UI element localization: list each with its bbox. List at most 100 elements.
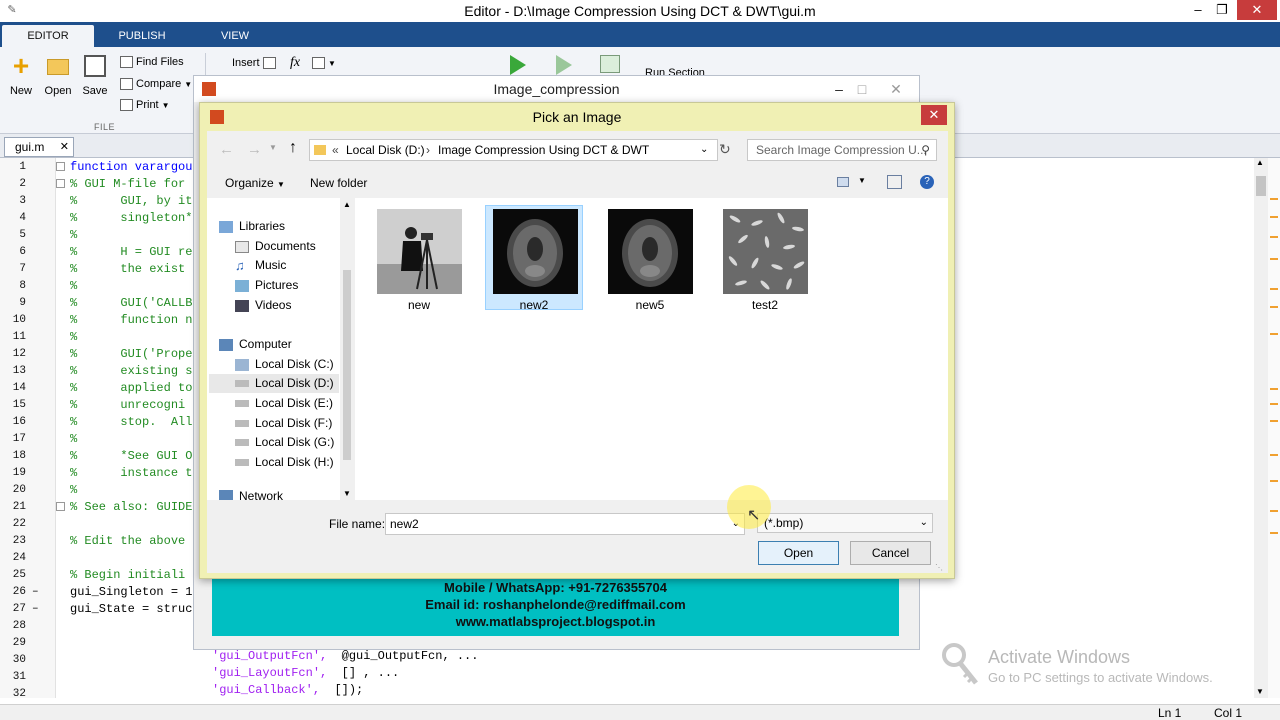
up-arrow-icon[interactable]: ↑ (289, 139, 297, 157)
new-button[interactable]: + New (6, 52, 36, 98)
nav-item-computer[interactable]: Computer (219, 335, 359, 354)
find-files-button[interactable]: Find Files (120, 56, 184, 68)
chevron-down-icon[interactable]: ⌄ (700, 140, 708, 160)
maximize-button[interactable]: ❐ (1212, 0, 1232, 20)
code-fold-icon[interactable] (56, 162, 65, 171)
message-bar[interactable] (1268, 158, 1280, 698)
dialog-close-button[interactable]: ✕ (921, 105, 947, 125)
pictures-icon (235, 279, 249, 292)
nav-item-documents[interactable]: Documents (235, 237, 375, 256)
code-line-32: 'gui_Callback', []); (212, 683, 363, 697)
file-type-select[interactable]: (*.bmp) ⌄ (757, 513, 933, 533)
warning-mark[interactable] (1270, 258, 1278, 260)
comment-button[interactable]: ▼ (312, 57, 336, 69)
file-item-test2[interactable]: test2 (716, 206, 814, 312)
warning-mark[interactable] (1270, 532, 1278, 534)
warning-mark[interactable] (1270, 480, 1278, 482)
search-input[interactable]: Search Image Compression U... ⚲ (747, 139, 937, 161)
preview-pane-icon[interactable] (887, 175, 902, 189)
help-icon[interactable]: ? (920, 175, 934, 189)
navigation-pane[interactable]: Libraries Documents ♫ Music Pictures Vide… (207, 198, 354, 500)
tab-editor[interactable]: EDITOR (2, 25, 94, 47)
warning-mark[interactable] (1270, 388, 1278, 390)
organize-menu[interactable]: Organize ▼ (225, 176, 285, 190)
file-item-new5[interactable]: new5 (601, 206, 699, 312)
pointer-icon: ↖ (747, 507, 761, 524)
scroll-down-icon[interactable]: ▼ (1256, 687, 1264, 696)
back-arrow-icon[interactable]: ← (219, 141, 234, 158)
fx-button[interactable]: fx (290, 55, 300, 71)
close-tab-icon[interactable]: ✕ (60, 138, 69, 156)
nav-item-network[interactable]: Network (219, 490, 359, 500)
nav-item-pictures[interactable]: Pictures (235, 276, 375, 295)
new-folder-button[interactable]: New folder (310, 176, 367, 190)
nav-item-libraries[interactable]: Libraries (219, 217, 359, 236)
file-name-input[interactable]: new2 ⌄ (385, 513, 745, 535)
run-icon[interactable] (510, 55, 526, 75)
key-icon (942, 643, 978, 685)
scroll-down-icon[interactable]: ▼ (343, 489, 351, 498)
breadcrumb-folder[interactable]: Image Compression Using DCT & DWT (438, 140, 649, 160)
warning-mark[interactable] (1270, 306, 1278, 308)
breadcrumb-overflow-icon[interactable]: « (332, 140, 339, 160)
cancel-button[interactable]: Cancel (850, 541, 931, 565)
resize-grip-icon[interactable]: ⋱ (935, 563, 943, 572)
file-item-new[interactable]: new (370, 206, 468, 312)
chevron-down-icon[interactable]: ▼ (858, 176, 866, 185)
breadcrumb-drive[interactable]: Local Disk (D:) (346, 140, 425, 160)
nav-item-drive-h[interactable]: Local Disk (H:) (235, 453, 375, 472)
breakpoint-dash[interactable]: – (32, 586, 39, 598)
pick-image-dialog[interactable]: Pick an Image ✕ ← → ▼ ↑ « Local Disk (D:… (199, 102, 955, 579)
tab-publish[interactable]: PUBLISH (100, 25, 184, 47)
nav-item-drive-d[interactable]: Local Disk (D:) (209, 374, 339, 393)
warning-mark[interactable] (1270, 198, 1278, 200)
warning-mark[interactable] (1270, 454, 1278, 456)
code-fold-icon[interactable] (56, 502, 65, 511)
scroll-up-icon[interactable]: ▲ (343, 200, 351, 209)
save-button[interactable]: Save (80, 55, 110, 97)
scroll-thumb[interactable] (343, 270, 351, 460)
scroll-up-icon[interactable]: ▲ (1256, 158, 1264, 167)
search-icon[interactable]: ⚲ (921, 140, 930, 160)
warning-mark[interactable] (1270, 236, 1278, 238)
open-button[interactable]: Open (758, 541, 839, 565)
forward-arrow-icon[interactable]: → (247, 141, 262, 158)
breakpoint-dash[interactable]: – (32, 603, 39, 615)
compare-button[interactable]: Compare ▼ (120, 78, 192, 90)
open-button[interactable]: Open (42, 55, 74, 97)
warning-mark[interactable] (1270, 288, 1278, 290)
file-list[interactable]: new new2 new5 test2 (355, 198, 948, 500)
nav-item-music[interactable]: ♫ Music (235, 256, 375, 275)
warning-mark[interactable] (1270, 333, 1278, 335)
warning-mark[interactable] (1270, 510, 1278, 512)
figure-close-button[interactable]: ✕ (884, 76, 908, 102)
address-bar[interactable]: « Local Disk (D:) › Image Compression Us… (309, 139, 718, 161)
editor-tab-gui[interactable]: gui.m ✕ (4, 137, 74, 157)
nav-item-drive-f[interactable]: Local Disk (F:) (235, 414, 375, 433)
warning-mark[interactable] (1270, 420, 1278, 422)
nav-item-drive-c[interactable]: Local Disk (C:) (235, 355, 375, 374)
nav-item-videos[interactable]: Videos (235, 296, 375, 315)
nav-item-drive-g[interactable]: Local Disk (G:) (235, 433, 375, 452)
refresh-icon[interactable]: ↻ (719, 141, 731, 158)
file-item-new2[interactable]: new2 (485, 205, 583, 312)
recent-chevron-icon[interactable]: ▼ (269, 143, 277, 152)
nav-item-drive-e[interactable]: Local Disk (E:) (235, 394, 375, 413)
scroll-thumb[interactable] (1256, 176, 1266, 196)
minimize-button[interactable]: – (1188, 0, 1208, 20)
close-button[interactable]: ✕ (1237, 0, 1277, 20)
tab-view[interactable]: VIEW (190, 25, 280, 47)
warning-mark[interactable] (1270, 216, 1278, 218)
nav-scrollbar[interactable]: ▲ ▼ (340, 198, 354, 500)
editor-scrollbar[interactable]: ▲ ▼ (1254, 158, 1268, 698)
warning-mark[interactable] (1270, 403, 1278, 405)
code-fold-icon[interactable] (56, 179, 65, 188)
run-advance-icon[interactable] (556, 55, 572, 75)
figure-minimize-button[interactable]: – (829, 76, 849, 102)
view-options-icon[interactable] (837, 177, 849, 187)
line-number: 10 (12, 314, 26, 326)
print-button[interactable]: Print ▼ (120, 99, 170, 111)
figure-maximize-button[interactable]: □ (852, 76, 872, 102)
run-and-time-icon[interactable] (600, 55, 620, 73)
insert-button[interactable]: Insert (232, 57, 276, 69)
